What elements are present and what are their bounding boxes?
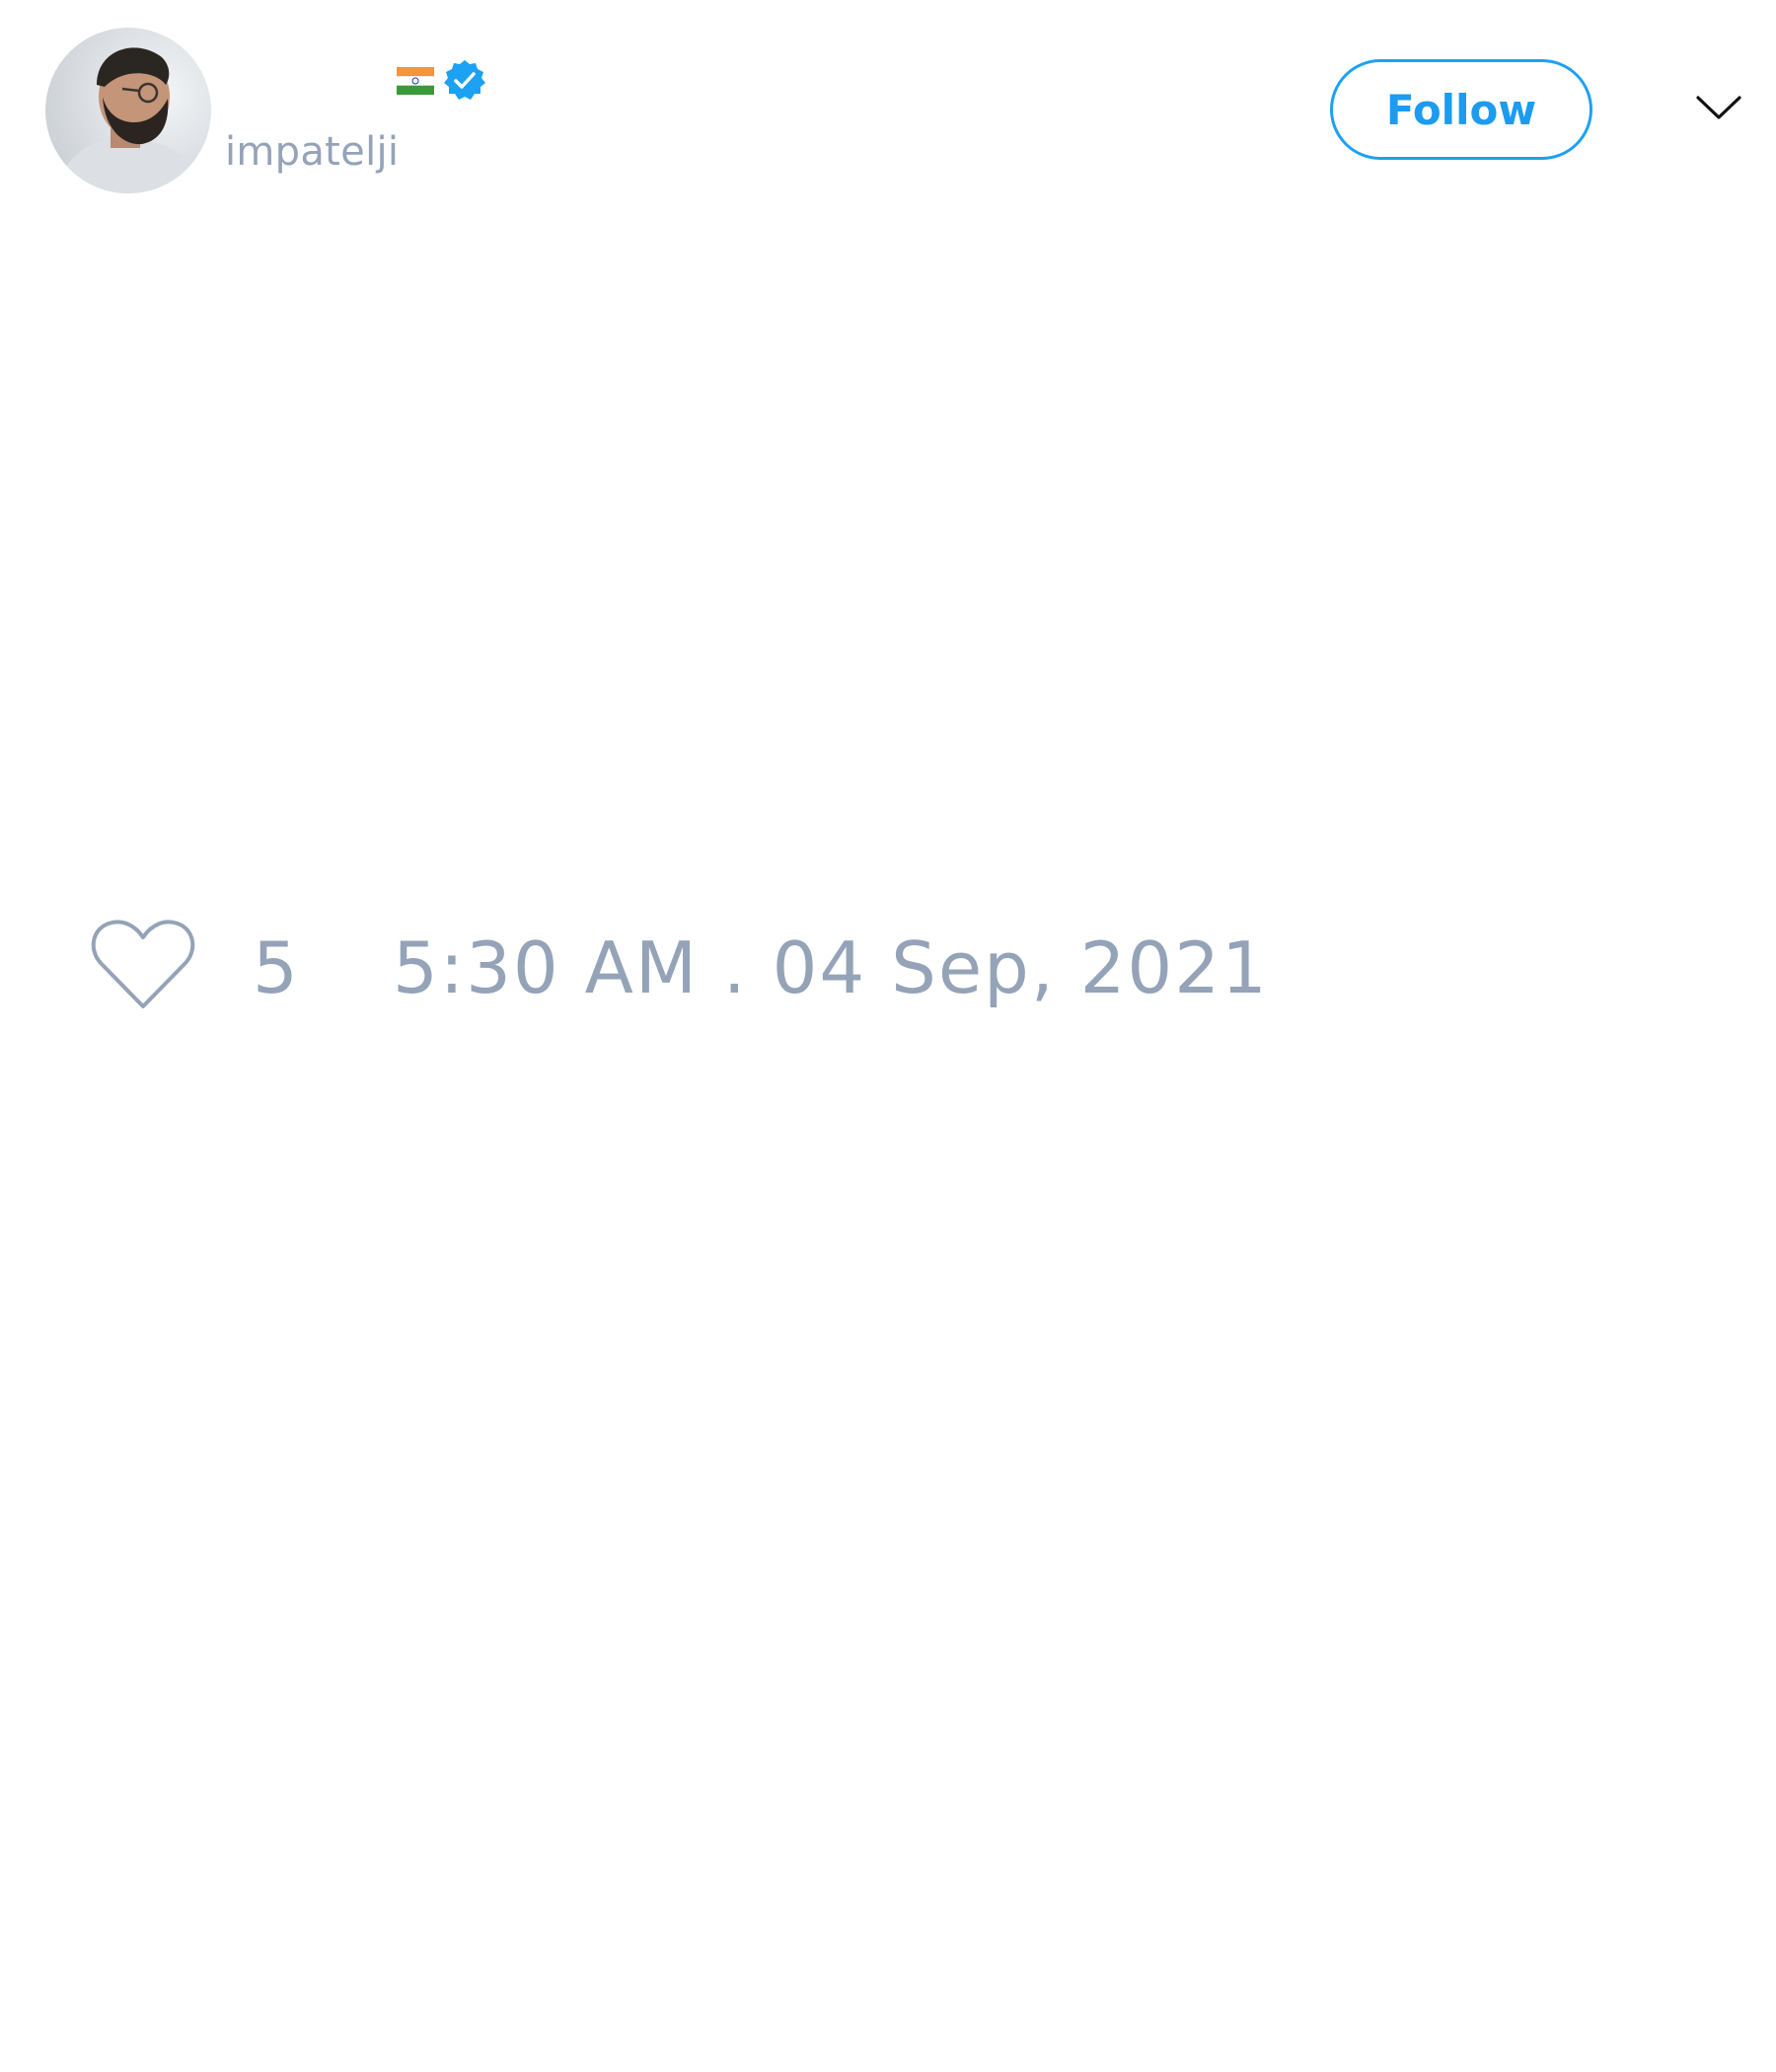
- avatar-image: [45, 28, 211, 193]
- avatar[interactable]: [45, 28, 211, 193]
- india-flag-icon: [397, 67, 434, 95]
- chevron-down-icon: [1695, 94, 1742, 125]
- tweet-timestamp[interactable]: 5:30 AM . 04 Sep, 2021: [393, 925, 1269, 1010]
- tweet-menu-button[interactable]: [1689, 85, 1748, 134]
- follow-button[interactable]: Follow: [1330, 59, 1592, 160]
- author-name-row[interactable]: [397, 57, 487, 105]
- author-handle[interactable]: impatelji: [225, 122, 399, 182]
- verified-badge-icon: [442, 58, 487, 104]
- heart-outline-icon: [89, 918, 197, 1016]
- like-button[interactable]: [85, 918, 201, 1016]
- like-count: 5: [253, 926, 300, 1009]
